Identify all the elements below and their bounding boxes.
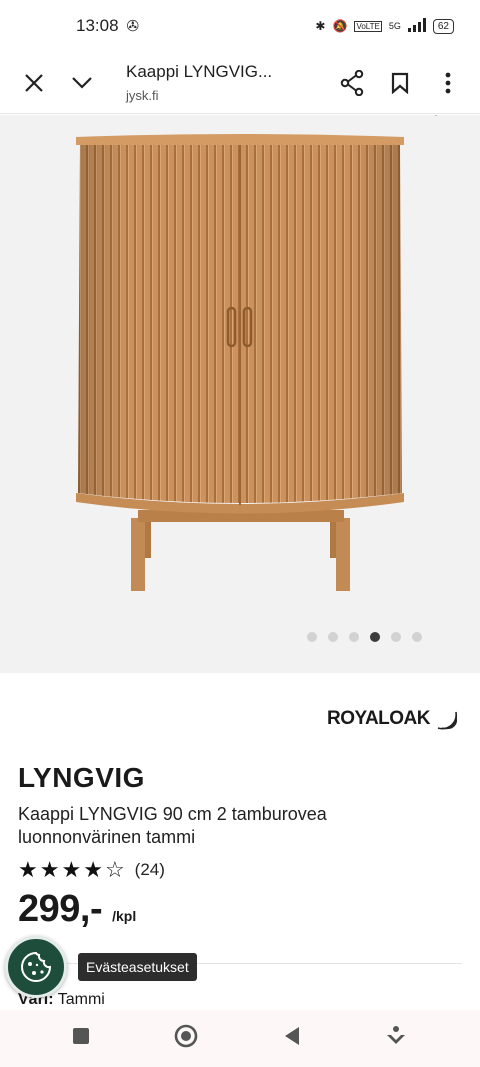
status-time: 13:08 [76, 16, 119, 35]
recents-button[interactable] [72, 1027, 90, 1050]
star-filled-icon: ★ [61, 857, 82, 882]
url-block[interactable]: Kaappi LYNGVIG... jysk.fi [106, 62, 328, 103]
back-button[interactable] [283, 1026, 301, 1051]
url-host: jysk.fi [126, 88, 159, 103]
bluetooth-icon: ✱ [315, 19, 326, 33]
star-filled-icon: ★ [83, 857, 103, 882]
battery-icon: 62 [432, 18, 454, 34]
more-vert-icon [445, 72, 451, 93]
cookie-settings-button[interactable] [5, 936, 67, 998]
gallery-dot[interactable] [391, 632, 401, 642]
fan-icon: ✇ [126, 18, 140, 35]
mute-icon: 🔕 [332, 19, 348, 33]
price-value: 299,- [18, 888, 103, 930]
browser-toolbar: Kaappi LYNGVIG... jysk.fi [0, 52, 480, 114]
download-assistant-icon [387, 1026, 406, 1044]
network-type: 5G [388, 21, 401, 31]
gallery-pagination [307, 632, 422, 642]
home-button[interactable] [173, 1023, 199, 1054]
share-button[interactable] [328, 59, 376, 107]
chevron-down-icon [72, 76, 92, 89]
bookmark-button[interactable] [376, 59, 424, 107]
page-title: Kaappi LYNGVIG... [126, 62, 273, 81]
signal-icon [407, 17, 426, 35]
battery-level: 62 [437, 20, 449, 32]
system-nav-bar [0, 1010, 480, 1067]
gallery-dot[interactable] [307, 632, 317, 642]
price: 299,- /kpl [18, 888, 136, 931]
close-icon [25, 73, 43, 92]
product-image [76, 115, 438, 591]
close-button[interactable] [10, 59, 58, 107]
collapse-button[interactable] [58, 59, 106, 107]
price-unit: /kpl [112, 908, 137, 924]
product-gallery[interactable] [0, 115, 480, 673]
more-menu-button[interactable] [424, 59, 472, 107]
assistant-button[interactable] [384, 1024, 408, 1053]
brand-arc-icon [437, 711, 458, 730]
gallery-dot[interactable] [412, 632, 422, 642]
home-icon [174, 1024, 198, 1048]
product-name: LYNGVIG [18, 762, 145, 793]
star-filled-icon: ★ [39, 857, 60, 882]
cookie-icon [21, 951, 52, 982]
product-description: Kaappi LYNGVIG 90 cm 2 tamburovea luonno… [18, 804, 327, 847]
bookmark-icon [391, 72, 409, 94]
star-filled-icon: ★ [18, 857, 38, 882]
brand-logo[interactable]: ROYALOAK [327, 706, 460, 732]
star-empty-icon: ☆ [104, 857, 125, 882]
gallery-dot-active[interactable] [370, 632, 380, 642]
gallery-dot[interactable] [349, 632, 359, 642]
gallery-dot[interactable] [328, 632, 338, 642]
color-value: Tammi [57, 991, 105, 1008]
review-count[interactable]: (24) [135, 860, 165, 880]
recents-icon [72, 1028, 89, 1044]
brand-name: ROYALOAK [327, 708, 430, 729]
rating[interactable]: ★ ★ ★ ★ ☆ (24) [18, 859, 165, 881]
back-icon [284, 1027, 299, 1045]
status-bar: 13:08 ✇ ✱ 🔕 VoLTE 5G 62 [0, 0, 480, 52]
share-icon [340, 69, 364, 96]
cookie-settings-tooltip: Evästeasetukset [78, 953, 197, 981]
volte-icon: VoLTE [354, 20, 382, 32]
